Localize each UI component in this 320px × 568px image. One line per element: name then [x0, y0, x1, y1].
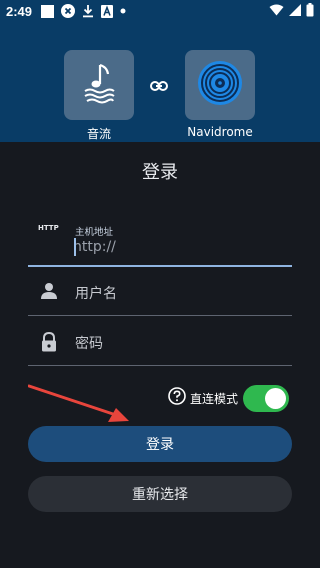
username-placeholder: 用户名: [75, 286, 117, 302]
close-circle-icon: [61, 4, 76, 18]
cellular-icon: [289, 3, 301, 19]
vinyl-icon: [196, 59, 244, 111]
toggle-knob: [265, 387, 287, 409]
navidrome-app-tile: [185, 50, 255, 120]
direct-mode-toggle[interactable]: [243, 384, 290, 412]
music-note-icon: [81, 62, 117, 108]
square-icon: [41, 4, 55, 18]
navidrome-app-label: Navidrome: [187, 125, 253, 139]
annotation-arrow-icon: [27, 384, 133, 428]
server-address-field[interactable]: HTTP 主机地址: [28, 215, 292, 267]
direct-mode-label: 直连模式: [190, 391, 239, 406]
password-placeholder: 密码: [75, 336, 103, 352]
http-tag: HTTP: [38, 224, 59, 232]
server-address-label: 主机地址: [75, 227, 114, 238]
text-caret: [74, 238, 76, 256]
lock-icon: [40, 331, 58, 356]
wifi-icon: [269, 4, 284, 19]
direct-mode-row: 直连模式: [168, 384, 290, 412]
download-icon: [82, 4, 94, 18]
header: 2:49 音流 Navidrome: [0, 0, 320, 142]
help-icon[interactable]: [168, 387, 186, 409]
battery-icon: [306, 2, 314, 20]
login-button[interactable]: 登录: [28, 426, 292, 462]
status-time: 2:49: [6, 3, 33, 19]
dot-icon: [120, 8, 126, 14]
login-title: 登录: [142, 162, 178, 183]
yinliu-app-tile: [64, 50, 134, 120]
link-icon: [150, 77, 168, 96]
font-icon: [101, 4, 114, 18]
yinliu-app-label: 音流: [86, 127, 111, 141]
status-bar: 2:49: [0, 0, 320, 22]
password-field[interactable]: 密码: [28, 320, 292, 366]
reselect-button[interactable]: 重新选择: [28, 476, 292, 512]
person-icon: [40, 282, 58, 304]
server-address-input[interactable]: [73, 237, 273, 257]
username-field[interactable]: 用户名: [28, 270, 292, 316]
